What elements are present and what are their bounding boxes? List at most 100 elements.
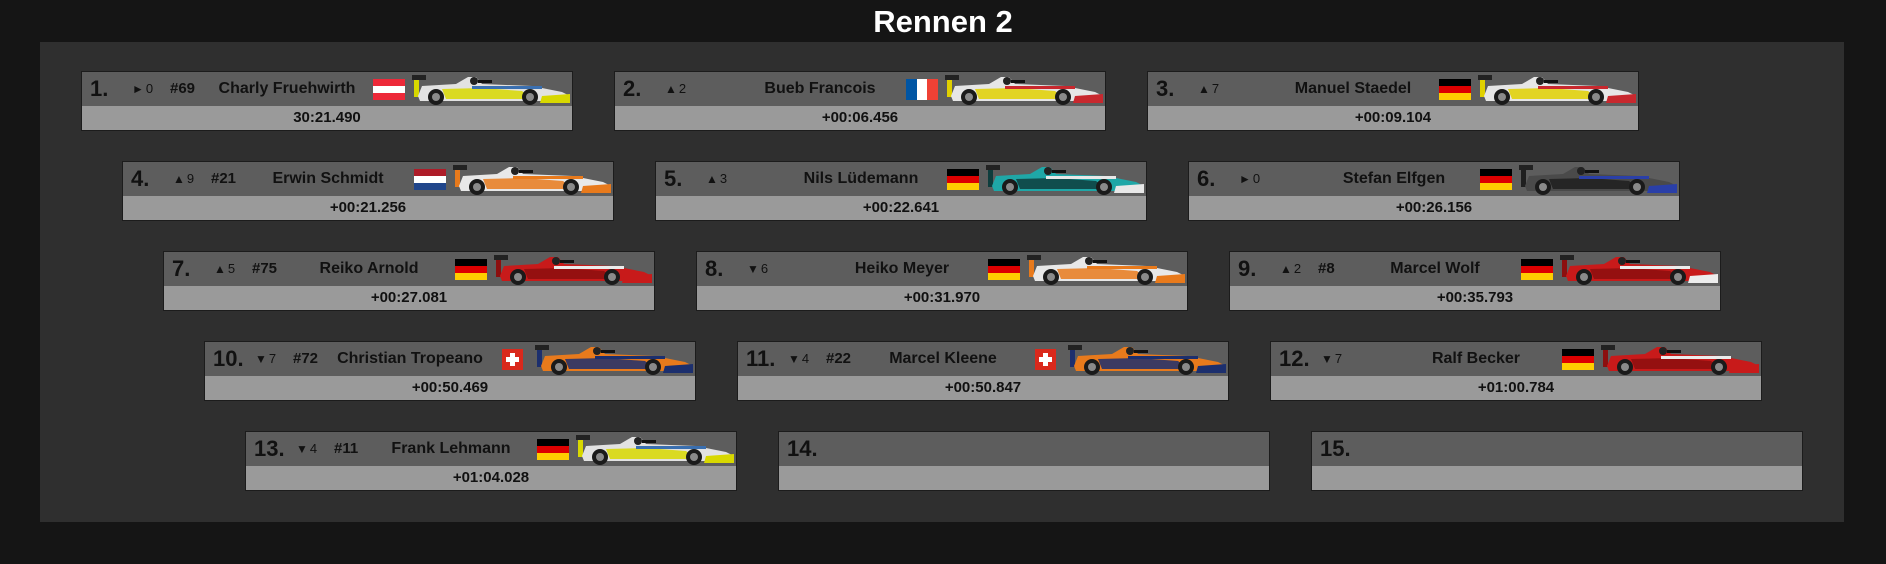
driver-name: Manuel Staedel xyxy=(1294,80,1412,97)
position-change-value: 7 xyxy=(1334,351,1343,366)
result-card: 9. ▲ 2 #8 Marcel Wolf +00:35.793 xyxy=(1229,251,1721,311)
arrow-up-icon: ▲ xyxy=(1280,262,1292,276)
car-number: #22 xyxy=(826,350,852,367)
germany-flag-icon xyxy=(1480,169,1512,190)
result-card: 2. ▲ 2 Bueb Francois +00:06.456 xyxy=(614,71,1106,131)
position-label: 14. xyxy=(787,436,818,461)
position-change: ▼ 4 xyxy=(296,432,317,466)
position-change: ▲ 2 xyxy=(665,72,686,106)
position-label: 15. xyxy=(1320,436,1351,461)
driver-name: Frank Lehmann xyxy=(391,440,511,457)
france-flag-icon xyxy=(906,79,938,100)
position-change: ▼ 4 xyxy=(788,342,809,376)
result-card: 4. ▲ 9 #21 Erwin Schmidt +00:21.256 xyxy=(122,161,614,221)
result-card: 15. xyxy=(1311,431,1803,491)
gap-time: +01:00.784 xyxy=(1271,376,1761,400)
position-change: ▲ 3 xyxy=(706,162,727,196)
car-number: #69 xyxy=(170,80,196,97)
result-header: 15. xyxy=(1312,432,1802,466)
result-header: 13. ▼ 4 #11 Frank Lehmann xyxy=(246,432,736,466)
result-header: 7. ▲ 5 #75 Reiko Arnold xyxy=(164,252,654,286)
result-header: 6. ► 0 Stefan Elfgen xyxy=(1189,162,1679,196)
race-car-icon xyxy=(1519,162,1679,196)
race-car-icon xyxy=(453,162,613,196)
germany-flag-icon xyxy=(1439,79,1471,100)
position-label: 2. xyxy=(623,76,642,101)
result-header: 12. ▼ 7 Ralf Becker xyxy=(1271,342,1761,376)
result-header: 4. ▲ 9 #21 Erwin Schmidt xyxy=(123,162,613,196)
arrow-down-icon: ▼ xyxy=(747,262,759,276)
driver-name: Reiko Arnold xyxy=(319,260,419,277)
race-car-icon xyxy=(1027,252,1187,286)
gap-time: +00:09.104 xyxy=(1148,106,1638,130)
gap-time: +00:21.256 xyxy=(123,196,613,220)
position-change-value: 6 xyxy=(760,261,769,276)
gap-time: +00:06.456 xyxy=(615,106,1105,130)
gap-time xyxy=(1312,466,1802,490)
switzerland-flag-icon xyxy=(496,349,528,370)
position-change: ► 0 xyxy=(132,72,153,106)
germany-flag-icon xyxy=(1521,259,1553,280)
car-number: #21 xyxy=(211,170,237,187)
race-car-icon xyxy=(1068,342,1228,376)
arrow-up-icon: ▲ xyxy=(706,172,718,186)
result-header: 1. ► 0 #69 Charly Fruehwirth xyxy=(82,72,572,106)
arrow-down-icon: ▼ xyxy=(255,352,267,366)
result-card: 11. ▼ 4 #22 Marcel Kleene +00:50.847 xyxy=(737,341,1229,401)
race-car-icon xyxy=(535,342,695,376)
gap-time: +00:35.793 xyxy=(1230,286,1720,310)
driver-name: Charly Fruehwirth xyxy=(218,80,356,97)
result-header: 11. ▼ 4 #22 Marcel Kleene xyxy=(738,342,1228,376)
arrow-down-icon: ▼ xyxy=(788,352,800,366)
gap-time: +01:04.028 xyxy=(246,466,736,490)
driver-name: Christian Tropeano xyxy=(337,350,483,367)
position-label: 8. xyxy=(705,256,724,281)
position-change-value: 0 xyxy=(145,81,154,96)
result-header: 3. ▲ 7 Manuel Staedel xyxy=(1148,72,1638,106)
result-header: 9. ▲ 2 #8 Marcel Wolf xyxy=(1230,252,1720,286)
result-card: 12. ▼ 7 Ralf Becker +01:00.784 xyxy=(1270,341,1762,401)
result-header: 10. ▼ 7 #72 Christian Tropeano xyxy=(205,342,695,376)
arrow-down-icon: ▼ xyxy=(296,442,308,456)
race-car-icon xyxy=(412,72,572,106)
result-header: 2. ▲ 2 Bueb Francois xyxy=(615,72,1105,106)
germany-flag-icon xyxy=(947,169,979,190)
driver-name: Heiko Meyer xyxy=(854,260,950,277)
germany-flag-icon xyxy=(455,259,487,280)
position-label: 9. xyxy=(1238,256,1257,281)
arrow-up-icon: ▲ xyxy=(1198,82,1210,96)
position-label: 6. xyxy=(1197,166,1216,191)
arrow-right-icon: ► xyxy=(1239,172,1251,186)
race-car-icon xyxy=(576,432,736,466)
position-change: ▲ 2 xyxy=(1280,252,1301,286)
arrow-up-icon: ▲ xyxy=(173,172,185,186)
gap-time: +00:50.847 xyxy=(738,376,1228,400)
result-card: 10. ▼ 7 #72 Christian Tropeano +00:50.469 xyxy=(204,341,696,401)
result-card: 6. ► 0 Stefan Elfgen +00:26.156 xyxy=(1188,161,1680,221)
austria-flag-icon xyxy=(373,79,405,100)
race-car-icon xyxy=(1560,252,1720,286)
driver-name: Erwin Schmidt xyxy=(272,170,384,187)
result-header: 8. ▼ 6 Heiko Meyer xyxy=(697,252,1187,286)
gap-time: 30:21.490 xyxy=(82,106,572,130)
driver-name: Marcel Wolf xyxy=(1390,260,1480,277)
driver-name: Bueb Francois xyxy=(764,80,876,97)
position-label: 10. xyxy=(213,346,244,371)
race-car-icon xyxy=(945,72,1105,106)
position-change-value: 3 xyxy=(719,171,728,186)
gap-time: +00:22.641 xyxy=(656,196,1146,220)
race-car-icon xyxy=(494,252,654,286)
car-number: #75 xyxy=(252,260,278,277)
position-change: ▲ 5 xyxy=(214,252,235,286)
position-label: 3. xyxy=(1156,76,1175,101)
position-change-value: 2 xyxy=(678,81,687,96)
position-change-value: 7 xyxy=(268,351,277,366)
position-change: ▲ 9 xyxy=(173,162,194,196)
result-header: 14. xyxy=(779,432,1269,466)
position-change-value: 0 xyxy=(1252,171,1261,186)
car-number: #72 xyxy=(293,350,319,367)
position-change-value: 5 xyxy=(227,261,236,276)
driver-name: Stefan Elfgen xyxy=(1342,170,1446,187)
position-change-value: 4 xyxy=(801,351,810,366)
gap-time: +00:50.469 xyxy=(205,376,695,400)
